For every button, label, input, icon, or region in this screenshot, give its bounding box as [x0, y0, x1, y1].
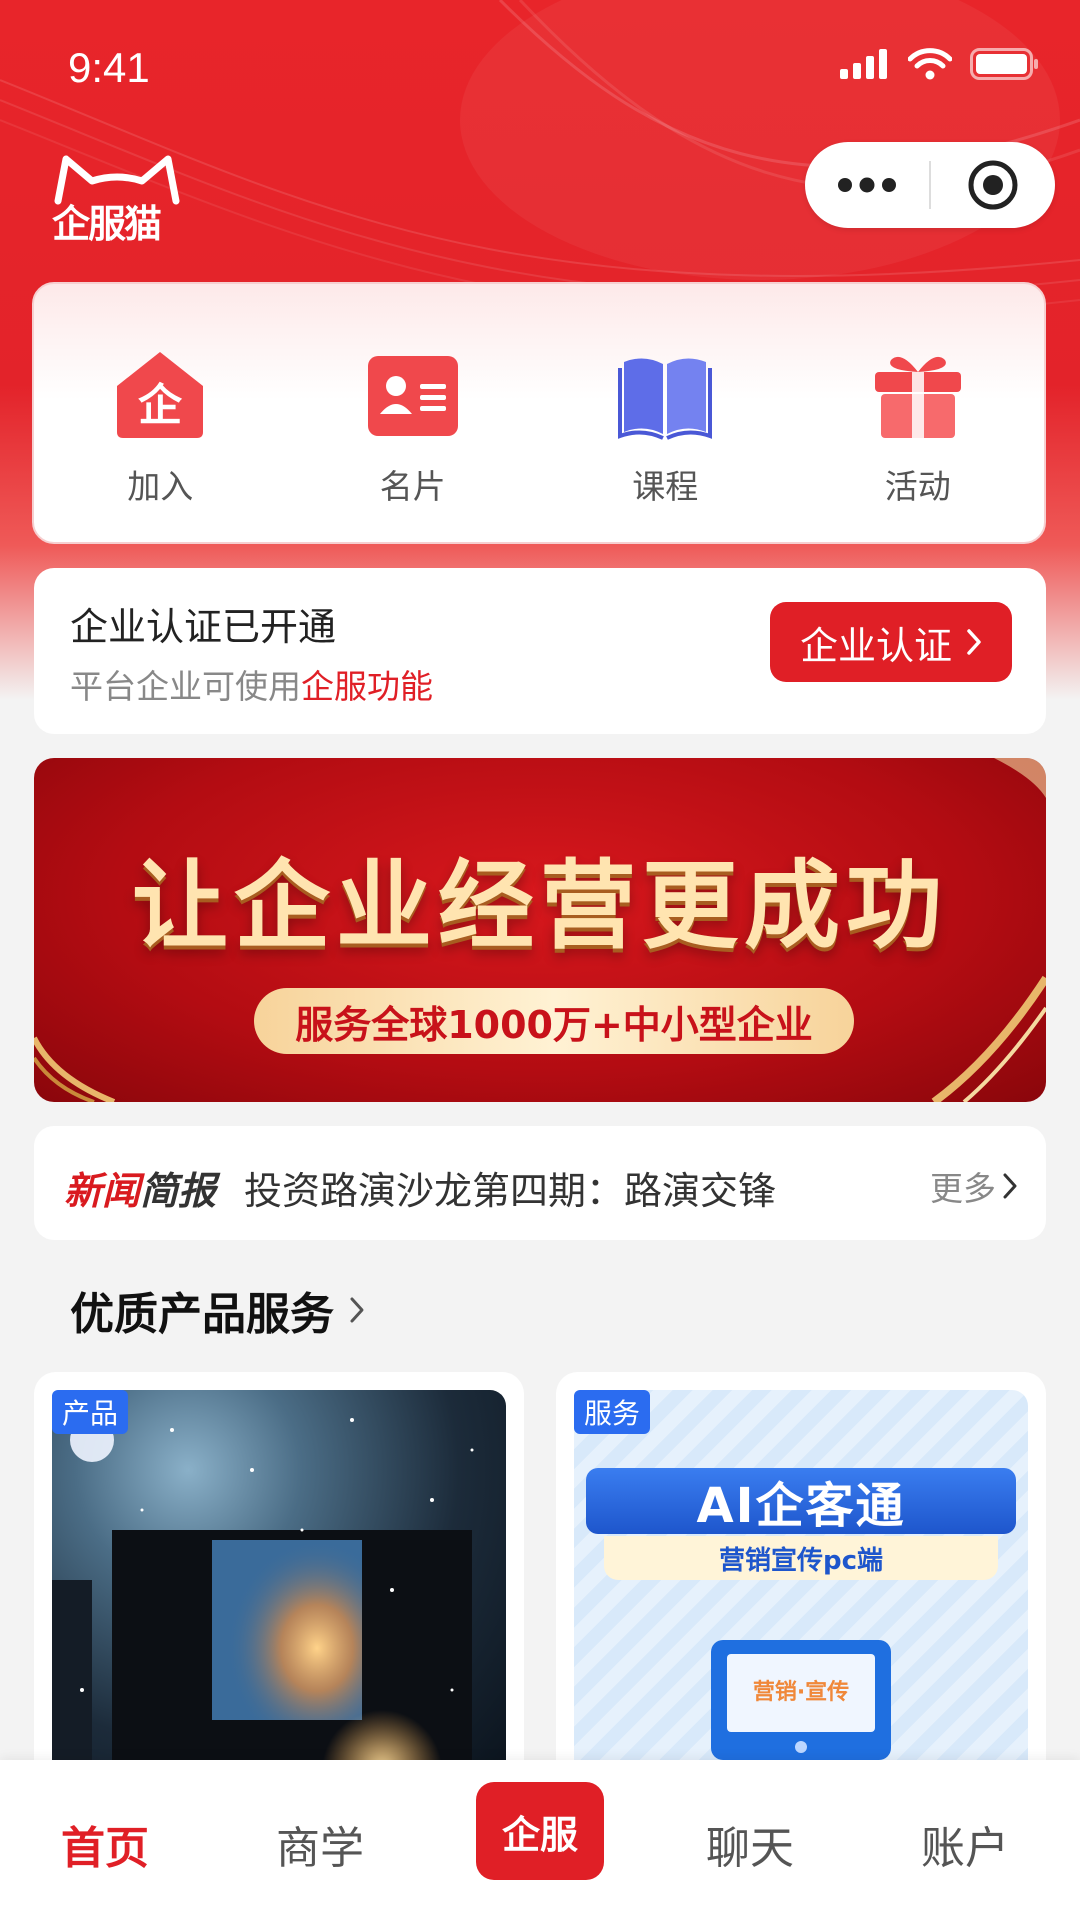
service-card[interactable]: AI企客通 营销宣传pc端 营销·宣传 服务	[556, 1372, 1046, 1792]
product-scene-art	[52, 1418, 474, 1790]
news-more-label: 更多	[930, 1169, 996, 1208]
status-time: 9:41	[68, 44, 150, 91]
tab-chat[interactable]: 聊天	[660, 1812, 840, 1876]
bottom-tab-bar: 首页 商学 企服 聊天 账户	[0, 1760, 1080, 1920]
product-tag: 产品	[52, 1390, 129, 1434]
banner-title: 让企业经营更成功	[132, 850, 948, 962]
monitor-screen-text: 营销·宣传	[752, 1680, 850, 1705]
quick-action-event[interactable]: 活动	[818, 284, 1018, 508]
quick-actions-card: 企 加入 名片 课程 活动	[32, 282, 1046, 544]
cert-subtitle: 平台企业可使用企服功能	[70, 660, 433, 708]
news-headline[interactable]: 投资路演沙龙第四期：路演交锋	[244, 1160, 776, 1215]
miniprogram-capsule	[805, 142, 1055, 228]
enterprise-house-icon: 企	[117, 352, 204, 438]
close-miniprogram-button[interactable]	[931, 142, 1055, 228]
enterprise-cert-card: 企业认证已开通 平台企业可使用企服功能 企业认证	[34, 568, 1046, 734]
section-header-products[interactable]: 优质产品服务	[70, 1278, 366, 1342]
quick-action-label: 课程	[632, 467, 699, 506]
enterprise-cert-button[interactable]: 企业认证	[770, 602, 1012, 682]
business-card-icon	[367, 356, 458, 436]
status-icons	[840, 48, 1040, 80]
tab-account[interactable]: 账户	[875, 1812, 1055, 1876]
product-image	[52, 1390, 506, 1790]
service-image: AI企客通 营销宣传pc端 营销·宣传	[574, 1390, 1028, 1790]
service-tag: 服务	[574, 1390, 651, 1434]
news-ticker[interactable]: 新闻简报 投资路演沙龙第四期：路演交锋 更多	[34, 1126, 1046, 1240]
logo-text: 企服猫	[52, 202, 162, 246]
wifi-icon	[908, 48, 952, 80]
quick-action-label: 名片	[379, 467, 446, 506]
book-icon	[618, 358, 713, 440]
news-more-link[interactable]: 更多	[930, 1162, 1018, 1210]
svg-text:企: 企	[138, 380, 183, 431]
section-title: 优质产品服务	[70, 1289, 334, 1340]
product-card[interactable]: 产品	[34, 1372, 524, 1792]
status-bar: 9:41	[0, 0, 1080, 130]
cert-button-label: 企业认证	[799, 623, 952, 668]
tab-home[interactable]: 首页	[15, 1812, 195, 1876]
banner-subtitle: 服务全球1000万+中小型企业	[254, 988, 854, 1054]
chevron-right-icon	[1003, 1173, 1017, 1199]
more-button[interactable]	[805, 142, 929, 228]
more-dots-icon	[838, 177, 896, 193]
tab-enterprise-service[interactable]: 企服	[476, 1782, 604, 1880]
gift-icon	[874, 356, 961, 438]
cert-subtitle-highlight: 企服功能	[301, 667, 433, 706]
quick-action-join[interactable]: 企 加入	[60, 284, 260, 508]
quick-action-course[interactable]: 课程	[565, 284, 765, 508]
target-circle-icon	[968, 160, 1018, 210]
tab-business-school[interactable]: 商学	[230, 1812, 410, 1876]
cert-subtitle-prefix: 平台企业可使用	[70, 667, 301, 706]
news-tag-red: 新闻	[64, 1169, 141, 1213]
app-logo: 企服猫	[52, 155, 182, 246]
chevron-right-icon	[350, 1297, 364, 1323]
service-poster-title: AI企客通	[586, 1468, 1016, 1534]
signal-icon	[840, 49, 887, 79]
service-poster-subtitle: 营销宣传pc端	[604, 1536, 998, 1580]
quick-action-label: 加入	[127, 467, 194, 506]
quick-action-label: 活动	[884, 467, 951, 506]
promo-banner[interactable]: 让企业经营更成功 服务全球1000万+中小型企业	[34, 758, 1046, 1102]
chevron-right-icon	[967, 629, 981, 655]
battery-icon	[970, 48, 1038, 80]
quick-action-card[interactable]: 名片	[313, 284, 513, 508]
cert-title: 企业认证已开通	[70, 605, 337, 649]
news-tag: 新闻简报	[64, 1160, 216, 1215]
news-tag-dark: 简报	[140, 1169, 217, 1213]
